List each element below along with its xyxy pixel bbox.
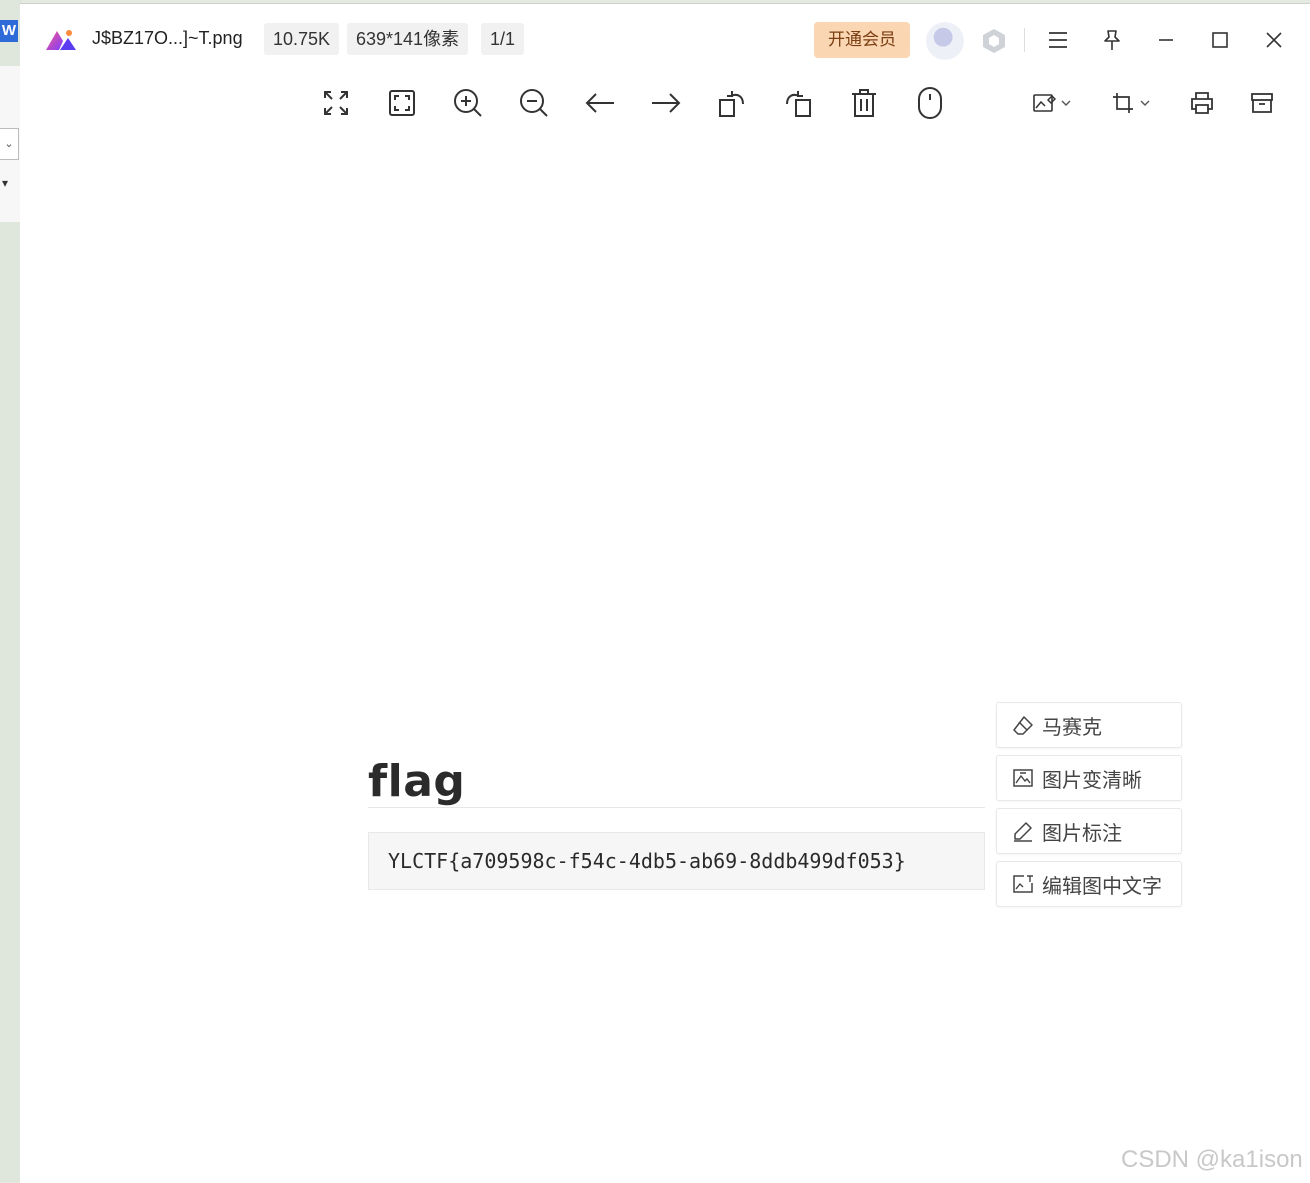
toolbar	[20, 74, 1310, 134]
minimize-icon[interactable]	[1154, 28, 1178, 52]
chevron-down-icon	[1140, 100, 1150, 106]
eraser-icon	[1012, 714, 1034, 736]
delete-icon[interactable]	[847, 86, 881, 120]
title-bar: J$BZ17O...]~T.png 10.75K 639*141像素 1/1 开…	[20, 4, 1310, 74]
actual-size-icon[interactable]	[385, 86, 419, 120]
vip-button[interactable]: 开通会员	[814, 22, 910, 58]
page-counter-badge: 1/1	[481, 23, 525, 55]
action-label: 图片标注	[1042, 822, 1122, 845]
image-heading: flag	[368, 756, 466, 807]
zoom-out-icon[interactable]	[517, 86, 551, 120]
previous-icon[interactable]	[583, 86, 617, 120]
edit-image-text-button[interactable]: 编辑图中文字	[996, 861, 1182, 907]
image-text-icon	[1012, 873, 1034, 895]
image-actions-panel: 马赛克 图片变清晰 图片标注 编辑图中文字	[996, 702, 1182, 914]
image-edit-dropdown[interactable]	[1032, 88, 1072, 118]
image-edit-icon	[1033, 94, 1056, 112]
zoom-in-icon[interactable]	[451, 86, 485, 120]
action-label: 图片变清晰	[1042, 769, 1142, 792]
image-viewer-window: J$BZ17O...]~T.png 10.75K 639*141像素 1/1 开…	[20, 3, 1310, 1183]
action-label: 马赛克	[1042, 716, 1102, 739]
image-annotate-button[interactable]: 图片标注	[996, 808, 1182, 854]
flag-code-text: YLCTF{a709598c-f54c-4db5-ab69-8ddb499df0…	[388, 849, 906, 873]
image-dimensions-badge: 639*141像素	[347, 23, 469, 55]
code-block: YLCTF{a709598c-f54c-4db5-ab69-8ddb499df0…	[368, 832, 985, 890]
close-icon[interactable]	[1262, 28, 1286, 52]
word-logo-icon[interactable]: W	[0, 20, 18, 42]
action-label: 编辑图中文字	[1042, 875, 1162, 898]
app-logo-icon	[46, 30, 76, 50]
file-name: J$BZ17O...]~T.png	[92, 28, 243, 48]
divider	[368, 807, 985, 808]
file-size-badge: 10.75K	[264, 23, 340, 55]
rotate-left-icon[interactable]	[715, 86, 749, 120]
next-icon[interactable]	[649, 86, 683, 120]
watermark: CSDN @ka1ison	[1121, 1146, 1303, 1173]
print-icon[interactable]	[1185, 86, 1219, 120]
image-enhance-icon	[1012, 767, 1034, 789]
chevron-down-icon[interactable]: ▾	[2, 176, 8, 190]
crop-icon	[1113, 93, 1133, 113]
pin-icon[interactable]	[1100, 28, 1124, 52]
background-app: W ⌄ ▾	[0, 0, 22, 1182]
menu-icon[interactable]	[1046, 28, 1070, 52]
fit-screen-icon[interactable]	[319, 86, 353, 120]
avatar[interactable]	[926, 22, 964, 60]
chevron-down-icon	[1061, 100, 1071, 106]
hexagon-icon[interactable]	[982, 28, 1006, 54]
mouse-icon[interactable]	[913, 86, 947, 120]
divider	[1024, 28, 1025, 52]
crop-dropdown[interactable]	[1111, 88, 1151, 118]
mosaic-button[interactable]: 马赛克	[996, 702, 1182, 748]
maximize-icon[interactable]	[1208, 28, 1232, 52]
chevron-down-icon[interactable]: ⌄	[0, 128, 19, 160]
rotate-right-icon[interactable]	[781, 86, 815, 120]
image-enhance-button[interactable]: 图片变清晰	[996, 755, 1182, 801]
pen-icon	[1012, 820, 1034, 842]
archive-icon[interactable]	[1245, 86, 1279, 120]
